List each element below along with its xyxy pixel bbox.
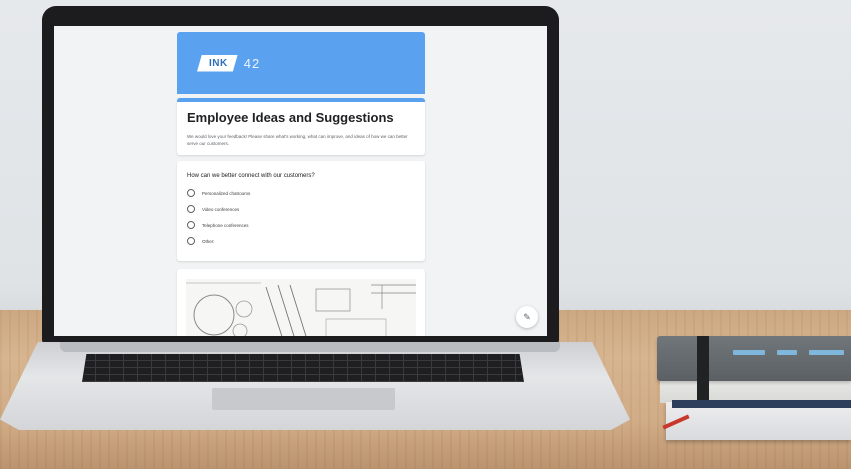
form-header-banner: INK 42: [177, 32, 425, 94]
option-label: Video conferences: [202, 206, 240, 212]
laptop-lid: INK 42 Employee Ideas and Suggestions We…: [42, 6, 559, 344]
notebook-bottom-cover: [672, 400, 851, 408]
form-title: Employee Ideas and Suggestions: [187, 110, 394, 125]
logo-number: 42: [243, 55, 261, 71]
notebook-label-strip: [809, 350, 844, 355]
edit-fab-button[interactable]: ✎: [516, 306, 538, 328]
option-label: Other:: [202, 238, 215, 244]
option-label: Telephone conferences: [202, 222, 249, 228]
option-other[interactable]: Other:: [187, 237, 415, 245]
laptop-trackpad: [212, 388, 395, 410]
question-card: How can we better connect with our custo…: [177, 161, 425, 261]
notebook-label-strip: [733, 350, 765, 355]
notebook-label-strip: [777, 350, 797, 355]
form-title-card: Employee Ideas and Suggestions We would …: [177, 98, 425, 155]
option-telephone-conferences[interactable]: Telephone conferences: [187, 221, 415, 229]
notebook-top: [657, 336, 851, 381]
notebook-elastic-band: [697, 336, 709, 406]
question-text: How can we better connect with our custo…: [187, 173, 315, 179]
brand-logo: INK 42: [197, 54, 260, 72]
radio-button[interactable]: [187, 221, 195, 229]
form-column: INK 42 Employee Ideas and Suggestions We…: [177, 32, 425, 336]
pencil-icon: ✎: [523, 311, 531, 322]
option-personalized-chatrooms[interactable]: Personalized chatrooms: [187, 189, 415, 197]
floor-plan-image: [186, 279, 416, 336]
form-description: We would love your feedback! Please shar…: [187, 134, 408, 146]
laptop-screen: INK 42 Employee Ideas and Suggestions We…: [54, 26, 547, 336]
laptop-keyboard: [82, 354, 524, 382]
radio-button[interactable]: [187, 237, 195, 245]
radio-button[interactable]: [187, 205, 195, 213]
option-label: Personalized chatrooms: [202, 190, 251, 196]
image-card: [177, 269, 425, 336]
laptop-hinge: [60, 342, 560, 352]
radio-button[interactable]: [187, 189, 195, 197]
logo-text: INK: [197, 54, 238, 72]
option-video-conferences[interactable]: Video conferences: [187, 205, 415, 213]
